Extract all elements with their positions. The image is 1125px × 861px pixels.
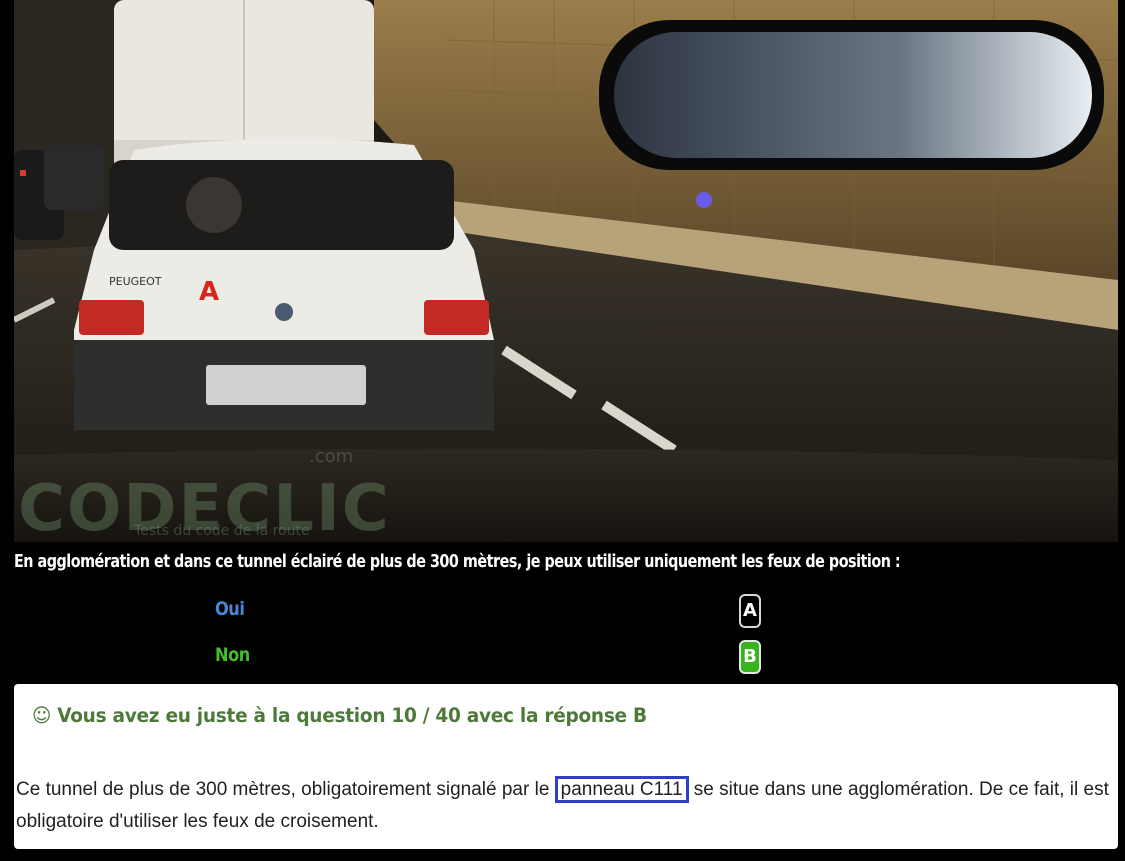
watermark-tld: .com [309,446,353,467]
car-badge: A [199,277,219,307]
question-text: En agglomération et dans ce tunnel éclai… [14,552,901,572]
result-panel: ☺ Vous avez eu juste à la question 10 / … [14,684,1118,849]
answer-option-a[interactable]: Oui [215,598,245,620]
tunnel-scene-illustration: A PEUGEOT CODECLIC .com Tests du code de… [14,0,1118,542]
explanation-before: Ce tunnel de plus de 300 mètres, obligat… [16,779,555,800]
sign-c111-link[interactable]: panneau C111 [554,776,689,803]
result-title: ☺ Vous avez eu juste à la question 10 / … [32,704,647,727]
answer-key-b[interactable]: B [739,640,761,674]
car-make-text: PEUGEOT [109,275,162,288]
answer-key-a[interactable]: A [739,594,761,628]
watermark-tagline: Tests du code de la route [133,523,310,539]
answer-option-b[interactable]: Non [215,644,250,666]
question-photo: A PEUGEOT CODECLIC .com Tests du code de… [14,0,1118,542]
explanation-text: Ce tunnel de plus de 300 mètres, obligat… [16,774,1120,838]
result-title-text: Vous avez eu juste à la question 10 / 40… [57,704,647,727]
smiley-icon: ☺ [32,704,52,727]
